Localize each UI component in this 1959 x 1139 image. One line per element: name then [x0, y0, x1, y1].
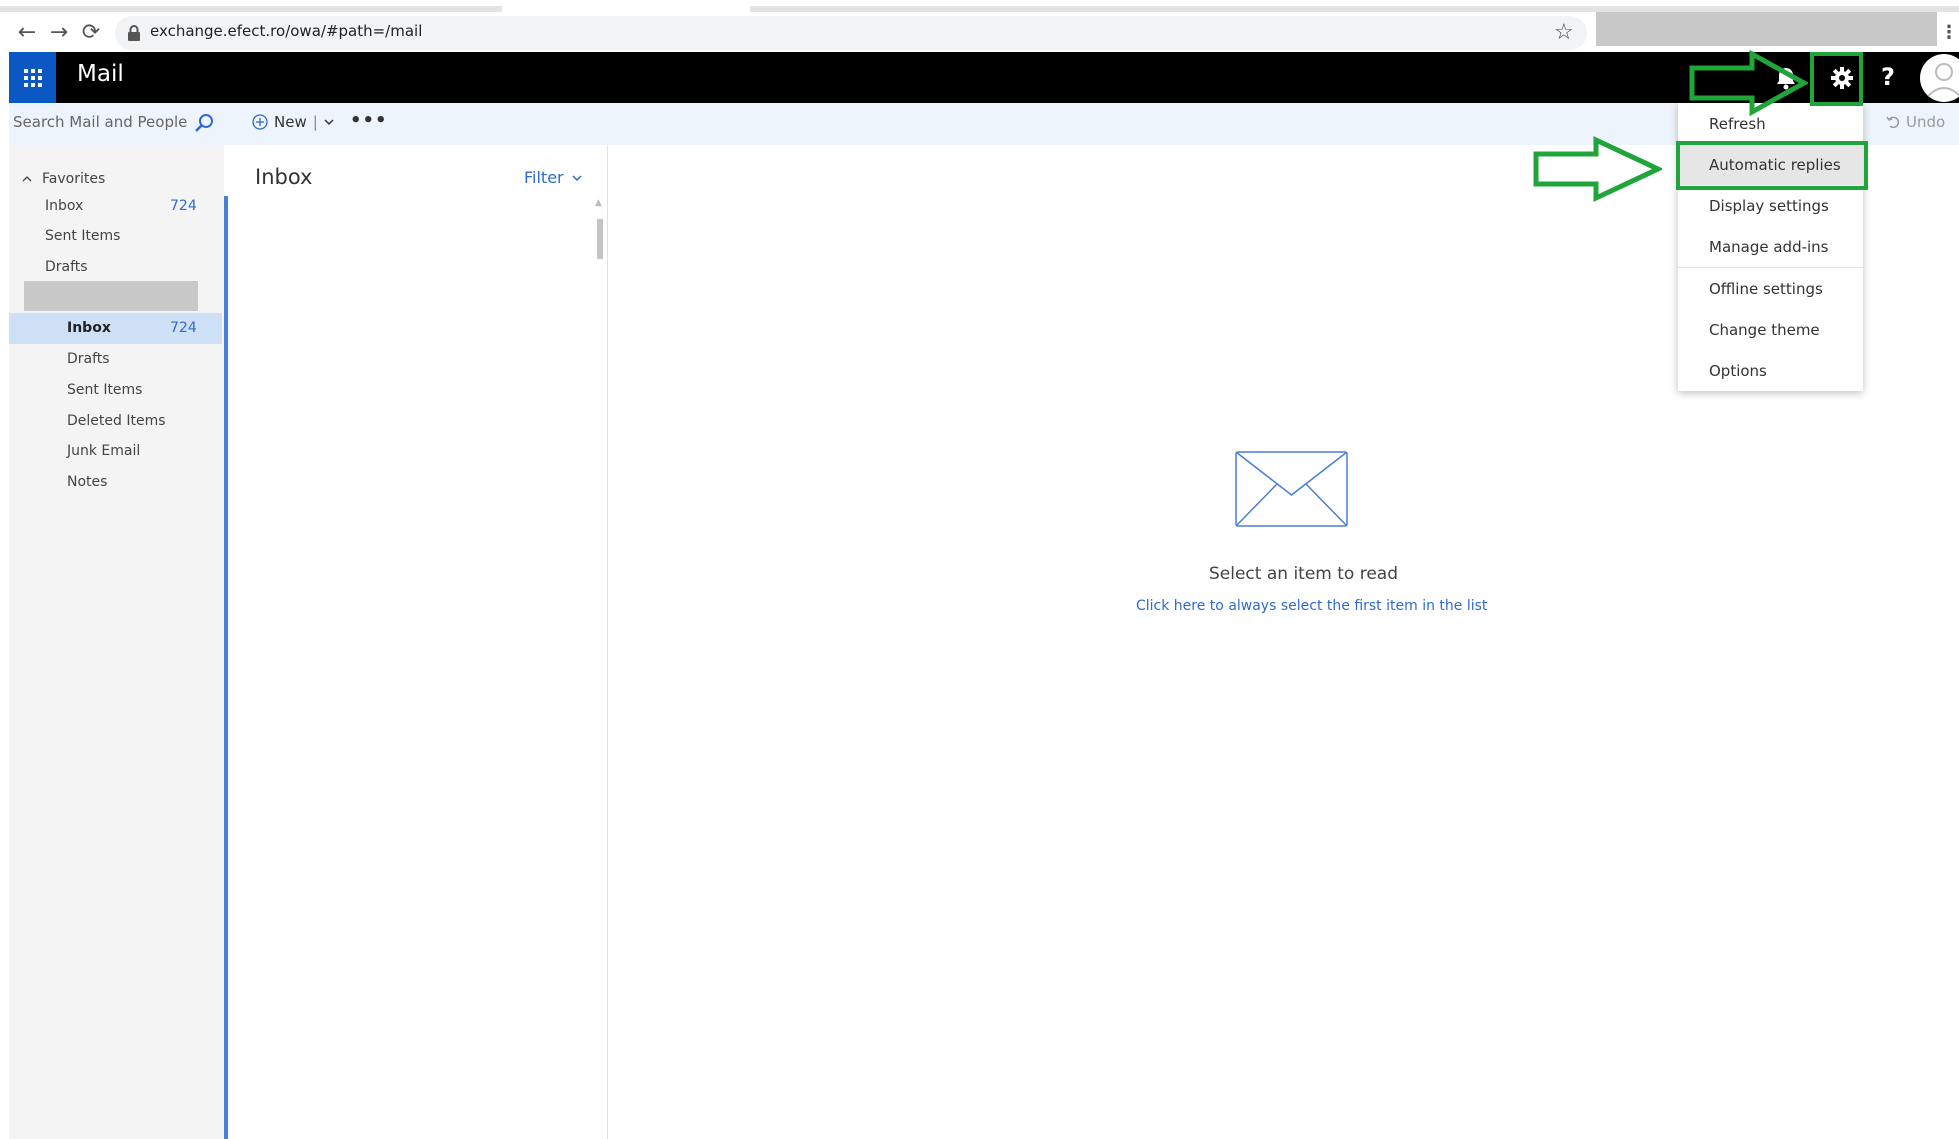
app-launcher-button[interactable] [9, 52, 56, 103]
annotation-arrow-gear [1689, 50, 1808, 116]
favorite-item-sent[interactable]: Sent Items [45, 228, 120, 244]
empty-reading-pane-title: Select an item to read [1209, 564, 1399, 584]
menu-item-automatic-replies[interactable]: Automatic replies [1678, 145, 1863, 185]
help-button[interactable]: ? [1872, 60, 1904, 94]
reload-button[interactable]: ⟳ [76, 18, 106, 48]
search-icon[interactable] [193, 112, 215, 134]
favorite-item-inbox[interactable]: Inbox [45, 198, 83, 214]
undo-label: Undo [1906, 113, 1946, 131]
new-button-separator: | [312, 113, 318, 131]
favorites-header[interactable]: Favorites [22, 171, 105, 187]
browser-tab-strip [0, 6, 502, 12]
app-title: Mail [77, 61, 124, 87]
chevron-down-icon[interactable] [324, 118, 334, 126]
favorites-label: Favorites [42, 171, 106, 187]
gear-icon[interactable] [1822, 58, 1862, 98]
message-list-title: Inbox [255, 165, 313, 189]
folder-item-deleted[interactable]: Deleted Items [67, 413, 166, 429]
folder-item-notes[interactable]: Notes [67, 474, 107, 490]
folder-item-inbox[interactable]: Inbox [67, 320, 111, 336]
browser-menu-icon[interactable]: ⋮ [1940, 18, 1958, 48]
redacted-profile-area [1596, 12, 1937, 46]
favorite-item-drafts[interactable]: Drafts [45, 259, 88, 275]
menu-item-change-theme[interactable]: Change theme [1678, 310, 1863, 350]
menu-item-offline-settings[interactable]: Offline settings [1678, 269, 1863, 309]
envelope-icon [1235, 451, 1348, 527]
folder-inbox-count: 724 [170, 320, 197, 336]
folder-item-sent[interactable]: Sent Items [67, 382, 142, 398]
folder-item-drafts[interactable]: Drafts [67, 351, 110, 367]
search-input[interactable]: Search Mail and People [13, 113, 213, 131]
menu-item-manage-add-ins[interactable]: Manage add-ins [1678, 227, 1863, 267]
list-scrollbar[interactable] [597, 219, 603, 259]
lock-icon [128, 25, 140, 41]
menu-item-options[interactable]: Options [1678, 351, 1863, 391]
bookmark-star-icon[interactable]: ☆ [1554, 18, 1574, 48]
filter-label: Filter [524, 168, 564, 187]
message-list-pane [228, 145, 608, 1139]
list-left-border [224, 196, 228, 1139]
chevron-down-icon [572, 174, 582, 181]
undo-icon [1886, 116, 1900, 129]
more-actions-button[interactable]: ••• [350, 110, 388, 131]
scroll-up-arrow-icon[interactable]: ▲ [595, 198, 602, 208]
undo-button[interactable]: Undo [1886, 113, 1945, 131]
forward-button[interactable]: → [44, 18, 74, 48]
favorite-inbox-count: 724 [170, 198, 197, 214]
new-message-button[interactable]: New | [252, 113, 334, 131]
select-first-item-link[interactable]: Click here to always select the first it… [1136, 598, 1487, 614]
url-text: exchange.efect.ro/owa/#path=/mail [150, 22, 423, 40]
redacted-account-name[interactable] [24, 281, 198, 311]
avatar[interactable] [1918, 52, 1959, 103]
waffle-icon [23, 68, 42, 87]
annotation-arrow-automatic-replies [1533, 136, 1662, 202]
app-header [9, 52, 1959, 103]
menu-item-display-settings[interactable]: Display settings [1678, 186, 1863, 226]
folder-item-junk[interactable]: Junk Email [67, 443, 140, 459]
filter-button[interactable]: Filter [524, 168, 582, 187]
plus-circle-icon [252, 114, 268, 130]
back-button[interactable]: ← [12, 18, 42, 48]
menu-divider [1678, 267, 1863, 268]
new-button-label: New [274, 113, 307, 131]
chevron-up-icon [22, 176, 32, 182]
